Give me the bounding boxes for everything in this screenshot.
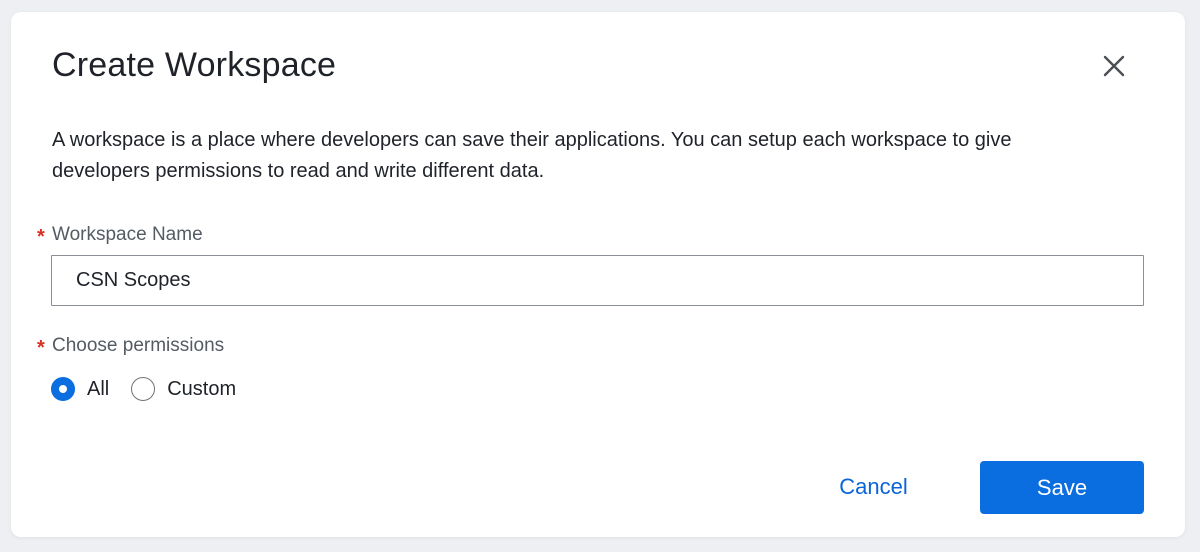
required-marker: * [37, 337, 45, 359]
required-marker: * [37, 226, 45, 248]
dialog-title: Create Workspace [52, 46, 337, 84]
permissions-label: * Choose permissions [37, 334, 225, 360]
save-button[interactable]: Save [980, 461, 1144, 514]
permission-option-custom[interactable]: Custom [131, 377, 236, 401]
radio-button-custom[interactable] [131, 377, 156, 401]
create-workspace-dialog: Create Workspace A workspace is a place … [11, 12, 1185, 537]
permissions-radio-group: All Custom [51, 375, 258, 403]
close-button[interactable] [1098, 50, 1130, 82]
radio-button-all[interactable] [51, 377, 75, 401]
close-icon [1103, 55, 1125, 77]
dialog-description: A workspace is a place where developers … [52, 129, 1012, 182]
workspace-name-label: * Workspace Name [37, 223, 203, 249]
cancel-button[interactable]: Cancel [811, 461, 936, 513]
permission-option-all[interactable]: All [51, 377, 109, 401]
workspace-name-input[interactable] [51, 255, 1144, 306]
permission-option-all-label: All [87, 377, 110, 400]
workspace-name-label-text: Workspace Name [52, 223, 203, 245]
permission-option-custom-label: Custom [167, 377, 237, 400]
permissions-label-text: Choose permissions [52, 334, 225, 356]
